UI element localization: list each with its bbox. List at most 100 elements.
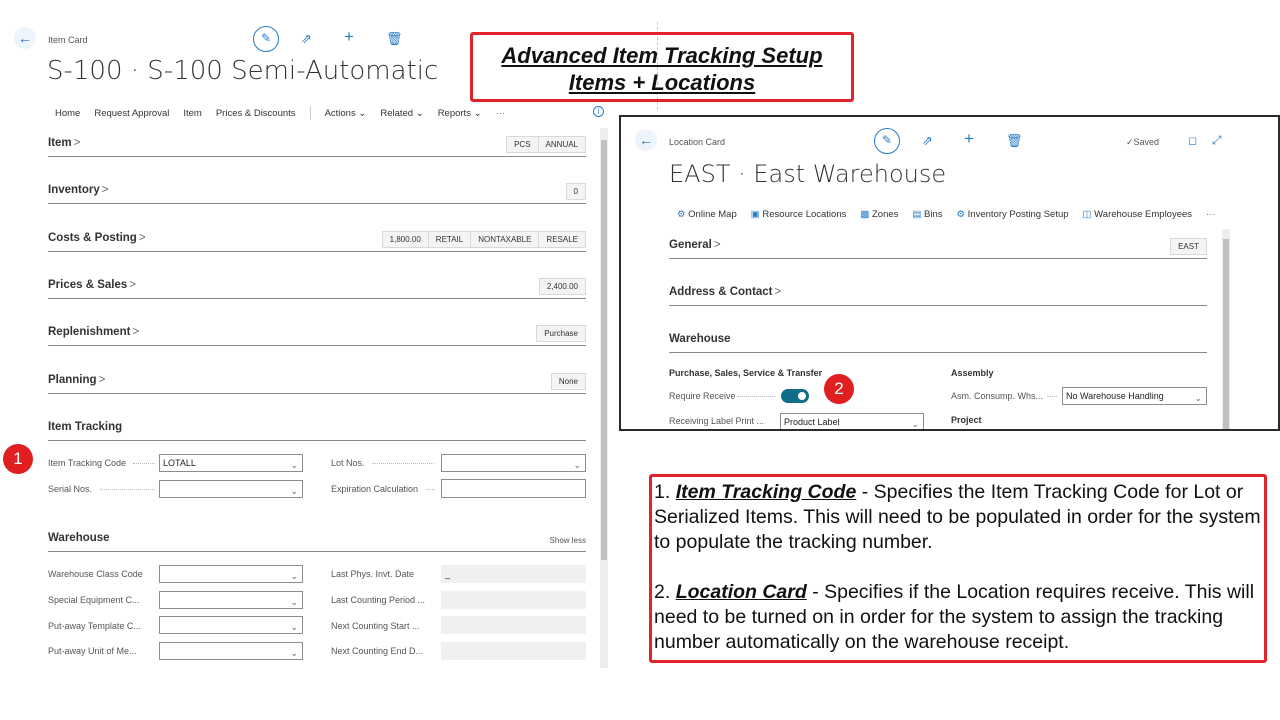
action-home[interactable]: Home bbox=[55, 108, 80, 119]
field-leader-dots bbox=[427, 489, 435, 490]
receiving-label-print-value: Product Label bbox=[784, 417, 840, 427]
special-equipment-field[interactable]: ⌄ bbox=[159, 591, 303, 609]
receiving-label-print-field[interactable]: Product Label ⌄ bbox=[780, 413, 924, 429]
last-phys-invt-date-field[interactable]: _ bbox=[441, 565, 586, 583]
asm-consump-label: Asm. Consump. Whs... bbox=[951, 391, 1044, 401]
back-arrow-icon[interactable]: ← bbox=[14, 27, 36, 49]
summary-pill: NONTAXABLE bbox=[470, 231, 540, 248]
item-tracking-code-value: LOTALL bbox=[163, 458, 196, 468]
open-new-window-icon[interactable]: ◻ bbox=[1188, 134, 1197, 148]
action-online-map[interactable]: ⚙ Online Map bbox=[677, 209, 737, 220]
location-action-bar: ⚙ Online Map ▣ Resource Locations ▩ Zone… bbox=[677, 209, 1230, 220]
menu-reports[interactable]: Reports ⌄ bbox=[438, 108, 482, 119]
expiration-calculation-field[interactable] bbox=[441, 479, 586, 498]
action-item[interactable]: Item bbox=[183, 108, 201, 119]
saved-status: ✓Saved bbox=[1126, 137, 1159, 148]
field-leader-dots bbox=[1047, 396, 1057, 397]
share-icon[interactable]: ⇗ bbox=[922, 134, 933, 148]
breadcrumb: Item Card bbox=[48, 35, 88, 45]
action-prices-discounts[interactable]: Prices & Discounts bbox=[216, 108, 296, 119]
add-icon[interactable]: + bbox=[344, 28, 354, 45]
note-1: 1. Item Tracking Code - Specifies the It… bbox=[654, 480, 1264, 555]
menu-actions[interactable]: Actions ⌄ bbox=[325, 108, 367, 119]
section-replenishment[interactable]: Replenishment > Purchase bbox=[48, 324, 586, 346]
last-counting-period-field bbox=[441, 591, 586, 609]
banner-title-line2: Items + Locations bbox=[568, 70, 756, 95]
field-leader-dots bbox=[133, 463, 155, 464]
section-replenishment-title: Replenishment bbox=[48, 326, 131, 338]
field-leader-dots bbox=[100, 489, 155, 490]
section-warehouse[interactable]: Warehouse Show less bbox=[48, 530, 586, 552]
more-options-icon[interactable]: ··· bbox=[1206, 209, 1216, 220]
edit-pencil-icon[interactable]: ✎ bbox=[253, 26, 279, 52]
chevron-down-icon: ⌄ bbox=[290, 571, 298, 581]
section-address-contact[interactable]: Address & Contact > bbox=[669, 284, 1207, 306]
scrollbar-thumb[interactable] bbox=[1223, 239, 1229, 429]
edit-pencil-icon[interactable]: ✎ bbox=[874, 128, 900, 154]
more-options-icon[interactable]: ··· bbox=[496, 108, 506, 119]
asm-consump-value: No Warehouse Handling bbox=[1066, 391, 1164, 401]
banner-title-line1: Advanced Item Tracking Setup bbox=[501, 43, 823, 68]
section-planning[interactable]: Planning > None bbox=[48, 372, 586, 394]
add-icon[interactable]: + bbox=[964, 130, 974, 147]
section-warehouse[interactable]: Warehouse bbox=[669, 331, 1207, 353]
action-zones[interactable]: ▩ Zones bbox=[860, 209, 898, 220]
action-inventory-posting-setup[interactable]: ⚙ Inventory Posting Setup bbox=[957, 209, 1069, 220]
expand-icon[interactable]: ⤢ bbox=[1212, 133, 1222, 147]
toggle-knob bbox=[798, 392, 806, 400]
chevron-right-icon: > bbox=[101, 184, 109, 196]
serial-nos-field[interactable]: ⌄ bbox=[159, 480, 303, 498]
expiration-calculation-label: Expiration Calculation bbox=[331, 484, 419, 494]
map-icon: ⚙ bbox=[677, 209, 686, 220]
section-prices-sales[interactable]: Prices & Sales > 2,400.00 bbox=[48, 277, 586, 299]
scrollbar-thumb[interactable] bbox=[601, 140, 607, 560]
lot-nos-field[interactable]: ⌄ bbox=[441, 454, 586, 472]
summary-pill: None bbox=[550, 373, 586, 390]
delete-icon[interactable]: 🗑 bbox=[386, 32, 403, 46]
section-item[interactable]: Item > PCS ANNUAL bbox=[48, 135, 586, 157]
put-away-unit-field[interactable]: ⌄ bbox=[159, 642, 303, 660]
back-arrow-icon[interactable]: ← bbox=[635, 129, 657, 151]
section-item-title: Item bbox=[48, 137, 72, 149]
section-costs-posting[interactable]: Costs & Posting > 1,800.00 RETAIL NONTAXA… bbox=[48, 230, 586, 252]
section-item-tracking[interactable]: Item Tracking bbox=[48, 419, 586, 441]
action-resource-locations[interactable]: ▣ Resource Locations bbox=[751, 209, 847, 220]
require-receive-toggle[interactable] bbox=[781, 389, 809, 403]
chevron-down-icon: ⌄ bbox=[911, 419, 919, 429]
summary-pill: PCS bbox=[506, 136, 539, 153]
action-warehouse-employees[interactable]: ◫ Warehouse Employees bbox=[1083, 209, 1193, 220]
show-less-link[interactable]: Show less bbox=[550, 536, 586, 545]
section-inventory[interactable]: Inventory > 0 bbox=[48, 182, 586, 204]
put-away-template-field[interactable]: ⌄ bbox=[159, 616, 303, 634]
action-request-approval[interactable]: Request Approval bbox=[94, 108, 169, 119]
employees-icon: ◫ bbox=[1082, 209, 1092, 220]
share-icon[interactable]: ⇗ bbox=[301, 32, 312, 46]
summary-pill: RESALE bbox=[538, 231, 586, 248]
chevron-down-icon: ⌄ bbox=[290, 460, 298, 470]
page-title: S-100 · S-100 Semi-Automatic bbox=[47, 56, 439, 86]
action-online-map-label: Online Map bbox=[688, 209, 737, 220]
section-general[interactable]: General > EAST bbox=[669, 237, 1207, 259]
item-tracking-code-label: Item Tracking Code bbox=[48, 458, 127, 468]
info-icon[interactable]: i bbox=[593, 106, 604, 117]
last-phys-invt-date-value: _ bbox=[445, 569, 451, 579]
action-bins[interactable]: ▤ Bins bbox=[912, 209, 942, 220]
chevron-down-icon: ⌄ bbox=[1194, 393, 1202, 403]
asm-consump-field[interactable]: No Warehouse Handling ⌄ bbox=[1062, 387, 1207, 405]
chevron-right-icon: > bbox=[129, 279, 136, 291]
chevron-down-icon: ⌄ bbox=[573, 460, 581, 470]
callout-badge-1: 1 bbox=[3, 444, 33, 474]
banner-title-box: Advanced Item Tracking Setup Items + Loc… bbox=[470, 32, 854, 102]
require-receive-label: Require Receive bbox=[669, 391, 736, 401]
warehouse-class-code-field[interactable]: ⌄ bbox=[159, 565, 303, 583]
zones-icon: ▩ bbox=[860, 209, 870, 220]
setup-icon: ⚙ bbox=[956, 209, 966, 220]
item-tracking-code-field[interactable]: LOTALL ⌄ bbox=[159, 454, 303, 472]
delete-icon[interactable]: 🗑 bbox=[1006, 134, 1023, 148]
menu-reports-label: Reports bbox=[437, 107, 471, 119]
callout-badge-2: 2 bbox=[824, 374, 854, 404]
chevron-down-icon: ⌄ bbox=[290, 648, 298, 658]
section-general-title: General bbox=[669, 239, 712, 251]
menu-related[interactable]: Related ⌄ bbox=[380, 108, 423, 119]
explanation-notes: 1. Item Tracking Code - Specifies the It… bbox=[649, 474, 1267, 663]
